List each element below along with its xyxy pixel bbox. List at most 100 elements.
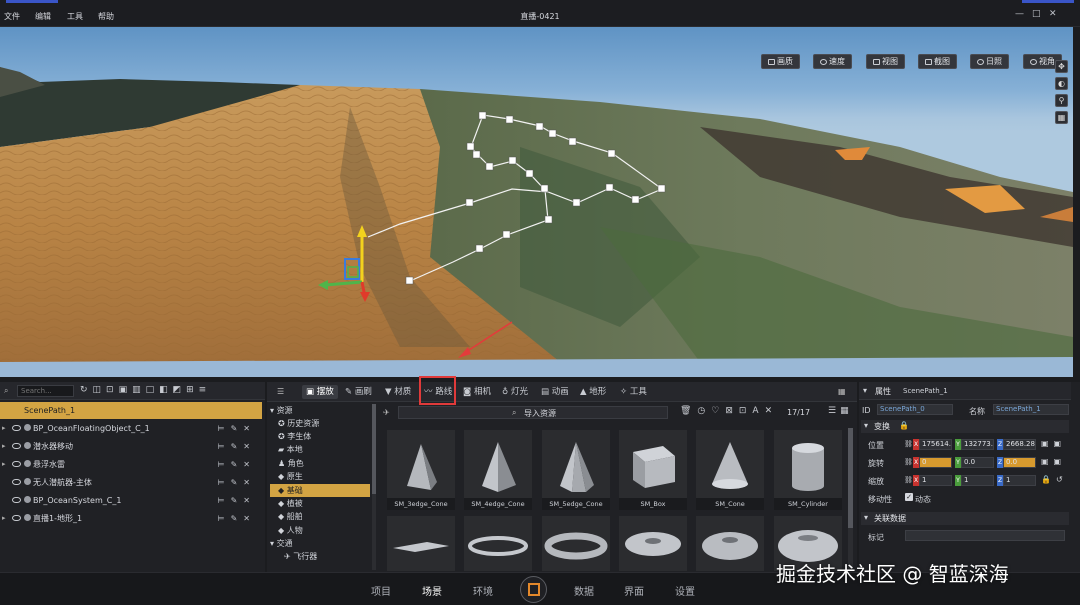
collapse-icon[interactable]: ▾ [863, 386, 867, 395]
orbit-icon[interactable]: ◐ [1055, 77, 1068, 90]
layers-icon[interactable]: ▦ [1055, 111, 1068, 124]
asset-tile[interactable]: SM_Cone [696, 430, 764, 510]
category-item[interactable]: ◆ 原生 [270, 470, 370, 483]
expand-icon[interactable]: ▸ [2, 443, 8, 450]
asset-tile[interactable] [542, 516, 610, 571]
category-item[interactable]: ◆ 人物 [270, 524, 370, 537]
pin-icon[interactable]: ✈ [383, 408, 390, 417]
nav-interface[interactable]: 界面 [624, 583, 644, 598]
tab-camera[interactable]: ◙ 相机 [463, 385, 491, 399]
row-action-icons[interactable]: ⊨✎✕ [218, 492, 256, 509]
screenshot-button[interactable]: 截图 [918, 54, 957, 69]
tab-terrain[interactable]: ▲ 地形 [580, 385, 606, 399]
home-logo-button[interactable] [520, 576, 547, 603]
view-toggle-icons[interactable]: ☰▦ [828, 406, 853, 416]
visibility-eye-icon[interactable] [12, 461, 21, 467]
nav-environment[interactable]: 环境 [473, 583, 493, 598]
row-action-icons[interactable]: ⊨✎✕ [218, 456, 256, 473]
maximize-button[interactable]: □ [1032, 9, 1041, 19]
tab-animation[interactable]: ▤ 动画 [541, 385, 569, 399]
expand-icon[interactable]: ▸ [2, 515, 8, 522]
position-x-field[interactable]: 175614.0 [919, 439, 952, 450]
asset-tool-icons[interactable]: 🗑◷♡⊠⊡A✕ [680, 406, 778, 416]
row-action-icons[interactable]: ⊨✎✕ [218, 420, 256, 437]
category-item[interactable]: ✈ 飞行器 [270, 550, 370, 563]
visibility-eye-icon[interactable] [12, 443, 21, 449]
person-icon[interactable]: ⚲ [1055, 94, 1068, 107]
asset-tile[interactable]: SM_5edge_Cone [542, 430, 610, 510]
nav-project[interactable]: 项目 [371, 583, 391, 598]
asset-scrollbar[interactable] [848, 428, 853, 570]
tree-item[interactable]: ▸ 潜水器移动 ⊨✎✕ [0, 438, 262, 455]
scale-z-field[interactable]: 1 [1003, 475, 1036, 486]
visibility-eye-icon[interactable] [12, 497, 21, 503]
category-item[interactable]: ✪ 李生体 [270, 430, 370, 443]
visibility-eye-icon[interactable] [12, 425, 21, 431]
category-item[interactable]: ◆ 植被 [270, 497, 370, 510]
transform-section-header[interactable]: ▾ 变换 🔒 [861, 420, 1069, 433]
outliner-tool-icons[interactable]: ↻◫⊡▣▥□◧◩⊞≡ [80, 385, 211, 395]
scale-action-icons[interactable]: 🔒↺ [1041, 475, 1068, 484]
asset-tile[interactable] [696, 516, 764, 571]
lock-icon[interactable]: 🔒 [899, 421, 909, 430]
quality-button[interactable]: 画质 [761, 54, 800, 69]
related-data-section-header[interactable]: ▾ 关联数据 [861, 512, 1069, 525]
import-assets-label[interactable]: 导入资源 [524, 408, 556, 419]
category-item[interactable]: ▾ 交通 [270, 537, 370, 550]
id-field[interactable]: ScenePath_0 [877, 404, 953, 415]
close-button[interactable]: ✕ [1049, 9, 1057, 19]
asset-search-box[interactable]: ⌕ 导入资源 [398, 406, 668, 419]
link-icon[interactable]: ⛓ [904, 440, 913, 448]
rotation-action-icons[interactable]: ▣▣ [1041, 457, 1066, 466]
row-action-icons[interactable]: ⊨✎✕ [218, 510, 256, 527]
sunlight-button[interactable]: 日照 [970, 54, 1009, 69]
mobility-checkbox[interactable]: ✓ [905, 493, 913, 501]
move-icon[interactable]: ✥ [1055, 60, 1068, 73]
asset-tile[interactable]: SM_3edge_Cone [387, 430, 455, 510]
tab-place[interactable]: ▣ 摆放 [302, 385, 338, 399]
tree-item[interactable]: ▸ BP_OceanFloatingObject_C_1 ⊨✎✕ [0, 420, 262, 437]
tree-item[interactable]: BP_OceanSystem_C_1 ⊨✎✕ [0, 492, 262, 509]
asset-tile[interactable]: SM_4edge_Cone [464, 430, 532, 510]
expand-icon[interactable]: ▸ [2, 425, 8, 432]
asset-tile[interactable] [464, 516, 532, 571]
tab-material[interactable]: ▼ 材质 [385, 385, 411, 399]
asset-tile[interactable]: SM_Cylinder [774, 430, 842, 510]
speed-button[interactable]: 速度 [813, 54, 852, 69]
asset-tile[interactable] [619, 516, 687, 571]
minimize-button[interactable]: — [1015, 9, 1024, 19]
asset-tile[interactable]: SM_Box [619, 430, 687, 510]
menu-icon[interactable]: ☰ [277, 387, 284, 396]
category-scrollbar[interactable] [372, 404, 376, 570]
scale-x-field[interactable]: 1 [919, 475, 952, 486]
tag-field[interactable] [905, 530, 1065, 541]
tab-tools[interactable]: ✧ 工具 [620, 385, 647, 399]
category-item[interactable]: ▾ 资源 [270, 404, 370, 417]
rotation-y-field[interactable]: 0.0 [961, 457, 994, 468]
nav-settings[interactable]: 设置 [675, 583, 695, 598]
asset-tile[interactable] [387, 516, 455, 571]
link-icon[interactable]: ⛓ [904, 458, 913, 466]
visibility-eye-icon[interactable] [12, 515, 21, 521]
scene-viewport[interactable]: 画质 速度 视图 截图 日照 视角 ✥ ◐ ⚲ ▦ [0, 27, 1073, 377]
position-y-field[interactable]: 132773.4 [961, 439, 994, 450]
link-icon[interactable]: ⛓ [904, 476, 913, 484]
outliner-search-input[interactable] [17, 385, 74, 397]
tab-light[interactable]: ♁ 灯光 [502, 385, 528, 399]
row-action-icons[interactable]: ⊨✎✕ [218, 438, 256, 455]
tree-item[interactable]: 无人潜航器-主体 ⊨✎✕ [0, 474, 262, 491]
view-button[interactable]: 视图 [866, 54, 905, 69]
scale-y-field[interactable]: 1 [961, 475, 994, 486]
grid-view-icon[interactable]: ▦ [838, 387, 846, 396]
position-action-icons[interactable]: ▣▣ [1041, 439, 1066, 448]
visibility-eye-icon[interactable] [12, 479, 21, 485]
nav-scene[interactable]: 场景 [422, 583, 442, 598]
position-z-field[interactable]: 2668.28544 [1003, 439, 1036, 450]
tree-item[interactable]: ▸ 直播1-地形_1 ⊨✎✕ [0, 510, 262, 527]
row-action-icons[interactable]: ⊨✎✕ [218, 474, 256, 491]
tree-item-scenepath[interactable]: ScenePath_1 [0, 402, 262, 419]
name-field[interactable]: ScenePath_1 [993, 404, 1069, 415]
rotation-z-field[interactable]: 0.0 [1003, 457, 1036, 468]
rotation-x-field[interactable]: 0 [919, 457, 952, 468]
nav-data[interactable]: 数据 [574, 583, 594, 598]
